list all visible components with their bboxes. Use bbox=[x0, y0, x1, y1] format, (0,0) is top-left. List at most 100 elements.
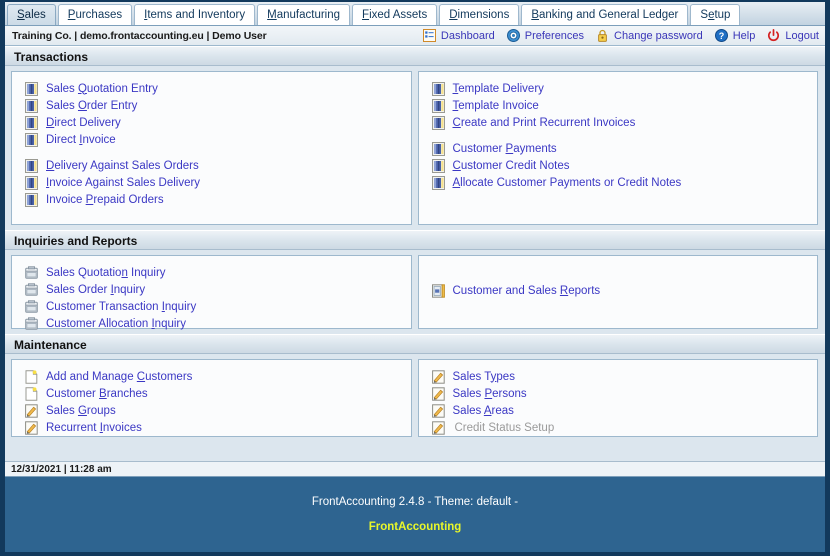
toolbar-help[interactable]: ? Help bbox=[715, 29, 756, 42]
app-window: SalesPurchasesItems and InventoryManufac… bbox=[0, 0, 830, 556]
toolbar-change-password[interactable]: Change password bbox=[596, 29, 703, 42]
power-icon bbox=[767, 29, 780, 42]
menu-item-sales-types[interactable]: Sales Types bbox=[419, 368, 818, 385]
page-footer: FrontAccounting 2.4.8 - Theme: default -… bbox=[5, 477, 825, 552]
inquiry-icon bbox=[25, 300, 38, 314]
menu-item-delivery-against-sales-orders[interactable]: Delivery Against Sales Orders bbox=[12, 157, 411, 174]
menu-item-label: Customer and Sales Reports bbox=[453, 285, 601, 297]
toolbar-preferences[interactable]: Preferences bbox=[507, 29, 584, 42]
menu-panel-left: Sales Quotation Inquiry Sales Order Inqui… bbox=[11, 255, 412, 329]
menu-panel-right: Customer and Sales Reports bbox=[418, 255, 819, 329]
menu-panel-right: Template Delivery Template Invoice Create … bbox=[418, 71, 819, 225]
book-icon bbox=[25, 99, 38, 113]
tab-purchases[interactable]: Purchases bbox=[58, 4, 132, 25]
footer-brand-link[interactable]: FrontAccounting bbox=[5, 521, 825, 533]
tab-fixed-assets[interactable]: Fixed Assets bbox=[352, 4, 437, 25]
menu-item-sales-quotation-entry[interactable]: Sales Quotation Entry bbox=[12, 80, 411, 97]
menu-item-label: Sales Types bbox=[453, 371, 515, 383]
menu-item-sales-order-inquiry[interactable]: Sales Order Inquiry bbox=[12, 281, 411, 298]
menu-item-template-invoice[interactable]: Template Invoice bbox=[419, 97, 818, 114]
help-icon: ? bbox=[715, 29, 728, 42]
menu-item-customer-transaction-inquiry[interactable]: Customer Transaction Inquiry bbox=[12, 298, 411, 315]
menu-item-label: Invoice Against Sales Delivery bbox=[46, 177, 200, 189]
menu-item-customer-credit-notes[interactable]: Customer Credit Notes bbox=[419, 157, 818, 174]
pencil-icon bbox=[432, 404, 445, 418]
book-icon bbox=[25, 193, 38, 207]
menu-item-template-delivery[interactable]: Template Delivery bbox=[419, 80, 818, 97]
menu-item-label: Template Delivery bbox=[453, 83, 544, 95]
menu-item-create-and-print-recurrent-invoices[interactable]: Create and Print Recurrent Invoices bbox=[419, 114, 818, 131]
status-date-bar: 12/31/2021 | 11:28 am bbox=[5, 461, 825, 477]
book-icon bbox=[25, 82, 38, 96]
toolbar-label: Help bbox=[733, 30, 756, 42]
pencil-icon bbox=[432, 421, 445, 435]
book-icon bbox=[432, 116, 445, 130]
menu-item-recurrent-invoices[interactable]: Recurrent Invoices bbox=[12, 419, 411, 436]
menu-item-label: Delivery Against Sales Orders bbox=[46, 160, 199, 172]
dashboard-icon bbox=[423, 29, 436, 42]
tab-setup[interactable]: Setup bbox=[690, 4, 740, 25]
menu-spacer bbox=[419, 264, 818, 273]
toolbar-logout[interactable]: Logout bbox=[767, 29, 819, 42]
tab-banking-and-general-ledger[interactable]: Banking and General Ledger bbox=[521, 4, 688, 25]
toolbar-label: Logout bbox=[785, 30, 819, 42]
company-info: Training Co. | demo.frontaccounting.eu |… bbox=[12, 30, 267, 42]
inquiry-icon bbox=[25, 317, 38, 331]
menu-item-sales-groups[interactable]: Sales Groups bbox=[12, 402, 411, 419]
menu-item-invoice-prepaid-orders[interactable]: Invoice Prepaid Orders bbox=[12, 191, 411, 208]
menu-item-label: Sales Quotation Entry bbox=[46, 83, 158, 95]
menu-item-add-and-manage-customers[interactable]: Add and Manage Customers bbox=[12, 368, 411, 385]
menu-item-sales-areas[interactable]: Sales Areas bbox=[419, 402, 818, 419]
menu-item-customer-branches[interactable]: Customer Branches bbox=[12, 385, 411, 402]
toolbar-label: Dashboard bbox=[441, 30, 495, 42]
menu-item-customer-allocation-inquiry[interactable]: Customer Allocation Inquiry bbox=[12, 315, 411, 332]
menu-item-label: Customer Allocation Inquiry bbox=[46, 318, 186, 330]
page-icon bbox=[25, 387, 38, 401]
menu-spacer bbox=[419, 131, 818, 140]
menu-item-allocate-customer-payments-or-credit-notes[interactable]: Allocate Customer Payments or Credit Not… bbox=[419, 174, 818, 191]
menu-item-label: Sales Order Inquiry bbox=[46, 284, 145, 296]
book-icon bbox=[25, 133, 38, 147]
menu-item-direct-delivery[interactable]: Direct Delivery bbox=[12, 114, 411, 131]
menu-panel-left: Add and Manage Customers Customer Branche… bbox=[11, 359, 412, 437]
section-title: Transactions bbox=[5, 46, 825, 66]
pencil-icon bbox=[432, 370, 445, 384]
book-icon bbox=[25, 176, 38, 190]
menu-item-label: Add and Manage Customers bbox=[46, 371, 192, 383]
menu-item-credit-status-setup: Credit Status Setup bbox=[419, 419, 818, 436]
toolbar-dashboard[interactable]: Dashboard bbox=[423, 29, 495, 42]
menu-item-label: Customer Payments bbox=[453, 143, 557, 155]
tab-dimensions[interactable]: Dimensions bbox=[439, 4, 519, 25]
menu-item-label: Template Invoice bbox=[453, 100, 539, 112]
book-icon bbox=[432, 99, 445, 113]
book-icon bbox=[432, 159, 445, 173]
tab-sales[interactable]: Sales bbox=[7, 4, 56, 25]
section-maintenance: MaintenanceAdd and Manage CustomersCusto… bbox=[5, 334, 825, 442]
report-icon bbox=[432, 284, 445, 298]
section-body: Sales Quotation Inquiry Sales Order Inqui… bbox=[5, 250, 825, 334]
gear-icon bbox=[507, 29, 520, 42]
page-icon bbox=[25, 370, 38, 384]
book-icon bbox=[432, 142, 445, 156]
book-icon bbox=[432, 176, 445, 190]
menu-item-label: Sales Order Entry bbox=[46, 100, 137, 112]
menu-item-sales-persons[interactable]: Sales Persons bbox=[419, 385, 818, 402]
svg-text:?: ? bbox=[718, 31, 724, 41]
main-content: Transactions Sales Quotation Entry Sales O… bbox=[5, 46, 825, 461]
pencil-icon bbox=[432, 387, 445, 401]
section-inquiries-and-reports: Inquiries and ReportsSales Quotation Inq… bbox=[5, 230, 825, 334]
menu-item-label: Allocate Customer Payments or Credit Not… bbox=[453, 177, 682, 189]
pencil-icon bbox=[25, 404, 38, 418]
tab-manufacturing[interactable]: Manufacturing bbox=[257, 4, 350, 25]
menu-item-label: Direct Delivery bbox=[46, 117, 121, 129]
menu-item-invoice-against-sales-delivery[interactable]: Invoice Against Sales Delivery bbox=[12, 174, 411, 191]
tab-items-and-inventory[interactable]: Items and Inventory bbox=[134, 4, 255, 25]
menu-item-label: Customer Credit Notes bbox=[453, 160, 570, 172]
menu-item-customer-and-sales-reports[interactable]: Customer and Sales Reports bbox=[419, 282, 818, 299]
menu-item-sales-order-entry[interactable]: Sales Order Entry bbox=[12, 97, 411, 114]
section-body: Sales Quotation Entry Sales Order Entry Di… bbox=[5, 66, 825, 230]
toolbar-label: Change password bbox=[614, 30, 703, 42]
menu-item-direct-invoice[interactable]: Direct Invoice bbox=[12, 131, 411, 148]
menu-item-sales-quotation-inquiry[interactable]: Sales Quotation Inquiry bbox=[12, 264, 411, 281]
menu-item-customer-payments[interactable]: Customer Payments bbox=[419, 140, 818, 157]
